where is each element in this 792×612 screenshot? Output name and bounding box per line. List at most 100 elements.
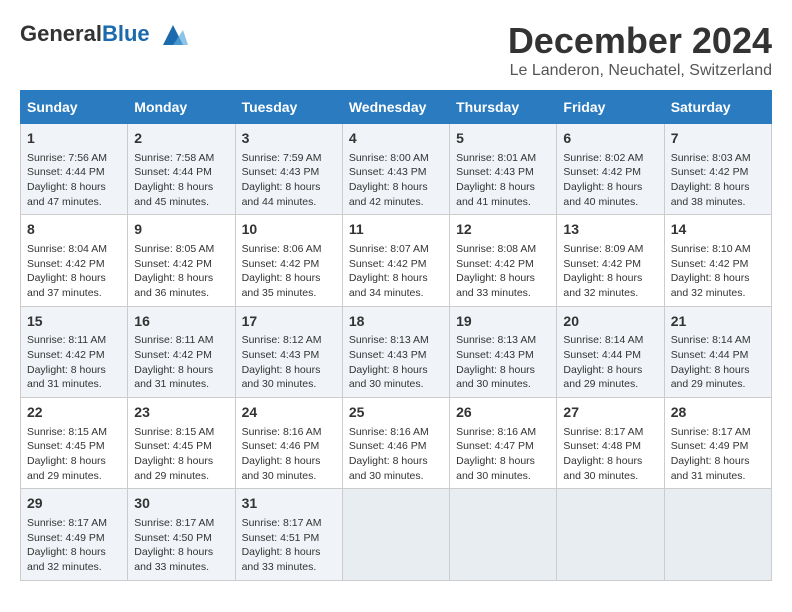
col-thursday: Thursday (450, 91, 557, 124)
sunrise-label: Sunrise: 8:14 AM (671, 334, 751, 346)
sunset-label: Sunset: 4:42 PM (671, 166, 749, 178)
sunset-label: Sunset: 4:43 PM (242, 349, 320, 361)
calendar-cell: 25 Sunrise: 8:16 AM Sunset: 4:46 PM Dayl… (342, 398, 449, 489)
calendar-cell: 11 Sunrise: 8:07 AM Sunset: 4:42 PM Dayl… (342, 215, 449, 306)
calendar-cell: 18 Sunrise: 8:13 AM Sunset: 4:43 PM Dayl… (342, 306, 449, 397)
daylight-label: Daylight: 8 hours and 30 minutes. (456, 364, 535, 391)
sunset-label: Sunset: 4:51 PM (242, 532, 320, 544)
sunrise-label: Sunrise: 8:01 AM (456, 152, 536, 164)
day-number: 16 (134, 312, 228, 332)
calendar-cell: 31 Sunrise: 8:17 AM Sunset: 4:51 PM Dayl… (235, 489, 342, 580)
calendar-cell: 8 Sunrise: 8:04 AM Sunset: 4:42 PM Dayli… (21, 215, 128, 306)
daylight-label: Daylight: 8 hours and 36 minutes. (134, 272, 213, 299)
day-number: 15 (27, 312, 121, 332)
daylight-label: Daylight: 8 hours and 31 minutes. (134, 364, 213, 391)
calendar-cell (557, 489, 664, 580)
sunrise-label: Sunrise: 7:58 AM (134, 152, 214, 164)
day-number: 20 (563, 312, 657, 332)
calendar-cell: 24 Sunrise: 8:16 AM Sunset: 4:46 PM Dayl… (235, 398, 342, 489)
sunrise-label: Sunrise: 8:17 AM (134, 517, 214, 529)
daylight-label: Daylight: 8 hours and 45 minutes. (134, 181, 213, 208)
col-wednesday: Wednesday (342, 91, 449, 124)
calendar-cell: 13 Sunrise: 8:09 AM Sunset: 4:42 PM Dayl… (557, 215, 664, 306)
sunrise-label: Sunrise: 8:17 AM (671, 426, 751, 438)
sunrise-label: Sunrise: 8:06 AM (242, 243, 322, 255)
location: Le Landeron, Neuchatel, Switzerland (508, 62, 772, 80)
calendar-cell: 20 Sunrise: 8:14 AM Sunset: 4:44 PM Dayl… (557, 306, 664, 397)
daylight-label: Daylight: 8 hours and 30 minutes. (456, 455, 535, 482)
daylight-label: Daylight: 8 hours and 30 minutes. (349, 455, 428, 482)
calendar-table: Sunday Monday Tuesday Wednesday Thursday… (20, 90, 772, 581)
logo-general-text: General (20, 21, 102, 46)
col-sunday: Sunday (21, 91, 128, 124)
calendar-cell: 23 Sunrise: 8:15 AM Sunset: 4:45 PM Dayl… (128, 398, 235, 489)
daylight-label: Daylight: 8 hours and 29 minutes. (671, 364, 750, 391)
sunrise-label: Sunrise: 8:15 AM (134, 426, 214, 438)
page-header: GeneralBlue December 2024 Le Landeron, N… (20, 20, 772, 80)
sunrise-label: Sunrise: 8:12 AM (242, 334, 322, 346)
sunrise-label: Sunrise: 8:13 AM (349, 334, 429, 346)
sunrise-label: Sunrise: 8:03 AM (671, 152, 751, 164)
calendar-cell: 7 Sunrise: 8:03 AM Sunset: 4:42 PM Dayli… (664, 124, 771, 215)
day-number: 4 (349, 129, 443, 149)
sunrise-label: Sunrise: 8:02 AM (563, 152, 643, 164)
calendar-header-row: Sunday Monday Tuesday Wednesday Thursday… (21, 91, 772, 124)
day-number: 26 (456, 403, 550, 423)
logo-icon (158, 20, 188, 50)
calendar-cell: 1 Sunrise: 7:56 AM Sunset: 4:44 PM Dayli… (21, 124, 128, 215)
sunrise-label: Sunrise: 8:10 AM (671, 243, 751, 255)
calendar-week-5: 29 Sunrise: 8:17 AM Sunset: 4:49 PM Dayl… (21, 489, 772, 580)
calendar-cell: 15 Sunrise: 8:11 AM Sunset: 4:42 PM Dayl… (21, 306, 128, 397)
sunrise-label: Sunrise: 8:09 AM (563, 243, 643, 255)
day-number: 24 (242, 403, 336, 423)
day-number: 28 (671, 403, 765, 423)
sunrise-label: Sunrise: 8:17 AM (27, 517, 107, 529)
daylight-label: Daylight: 8 hours and 30 minutes. (563, 455, 642, 482)
daylight-label: Daylight: 8 hours and 30 minutes. (242, 364, 321, 391)
daylight-label: Daylight: 8 hours and 30 minutes. (349, 364, 428, 391)
day-number: 25 (349, 403, 443, 423)
daylight-label: Daylight: 8 hours and 33 minutes. (456, 272, 535, 299)
calendar-cell: 10 Sunrise: 8:06 AM Sunset: 4:42 PM Dayl… (235, 215, 342, 306)
calendar-cell: 2 Sunrise: 7:58 AM Sunset: 4:44 PM Dayli… (128, 124, 235, 215)
day-number: 30 (134, 494, 228, 514)
sunset-label: Sunset: 4:43 PM (456, 166, 534, 178)
calendar-cell: 16 Sunrise: 8:11 AM Sunset: 4:42 PM Dayl… (128, 306, 235, 397)
col-monday: Monday (128, 91, 235, 124)
sunset-label: Sunset: 4:45 PM (27, 440, 105, 452)
daylight-label: Daylight: 8 hours and 37 minutes. (27, 272, 106, 299)
sunrise-label: Sunrise: 7:56 AM (27, 152, 107, 164)
sunrise-label: Sunrise: 7:59 AM (242, 152, 322, 164)
day-number: 22 (27, 403, 121, 423)
sunset-label: Sunset: 4:42 PM (563, 258, 641, 270)
daylight-label: Daylight: 8 hours and 44 minutes. (242, 181, 321, 208)
daylight-label: Daylight: 8 hours and 34 minutes. (349, 272, 428, 299)
daylight-label: Daylight: 8 hours and 40 minutes. (563, 181, 642, 208)
day-number: 27 (563, 403, 657, 423)
calendar-cell: 3 Sunrise: 7:59 AM Sunset: 4:43 PM Dayli… (235, 124, 342, 215)
calendar-cell: 27 Sunrise: 8:17 AM Sunset: 4:48 PM Dayl… (557, 398, 664, 489)
col-friday: Friday (557, 91, 664, 124)
day-number: 17 (242, 312, 336, 332)
day-number: 5 (456, 129, 550, 149)
sunrise-label: Sunrise: 8:04 AM (27, 243, 107, 255)
sunset-label: Sunset: 4:42 PM (27, 258, 105, 270)
day-number: 13 (563, 220, 657, 240)
sunrise-label: Sunrise: 8:15 AM (27, 426, 107, 438)
daylight-label: Daylight: 8 hours and 32 minutes. (563, 272, 642, 299)
calendar-cell: 19 Sunrise: 8:13 AM Sunset: 4:43 PM Dayl… (450, 306, 557, 397)
sunrise-label: Sunrise: 8:13 AM (456, 334, 536, 346)
day-number: 19 (456, 312, 550, 332)
sunset-label: Sunset: 4:47 PM (456, 440, 534, 452)
daylight-label: Daylight: 8 hours and 30 minutes. (242, 455, 321, 482)
calendar-cell: 21 Sunrise: 8:14 AM Sunset: 4:44 PM Dayl… (664, 306, 771, 397)
logo-blue-text: Blue (102, 21, 150, 46)
sunrise-label: Sunrise: 8:00 AM (349, 152, 429, 164)
day-number: 21 (671, 312, 765, 332)
col-tuesday: Tuesday (235, 91, 342, 124)
sunset-label: Sunset: 4:45 PM (134, 440, 212, 452)
day-number: 9 (134, 220, 228, 240)
daylight-label: Daylight: 8 hours and 33 minutes. (134, 546, 213, 573)
daylight-label: Daylight: 8 hours and 47 minutes. (27, 181, 106, 208)
day-number: 3 (242, 129, 336, 149)
